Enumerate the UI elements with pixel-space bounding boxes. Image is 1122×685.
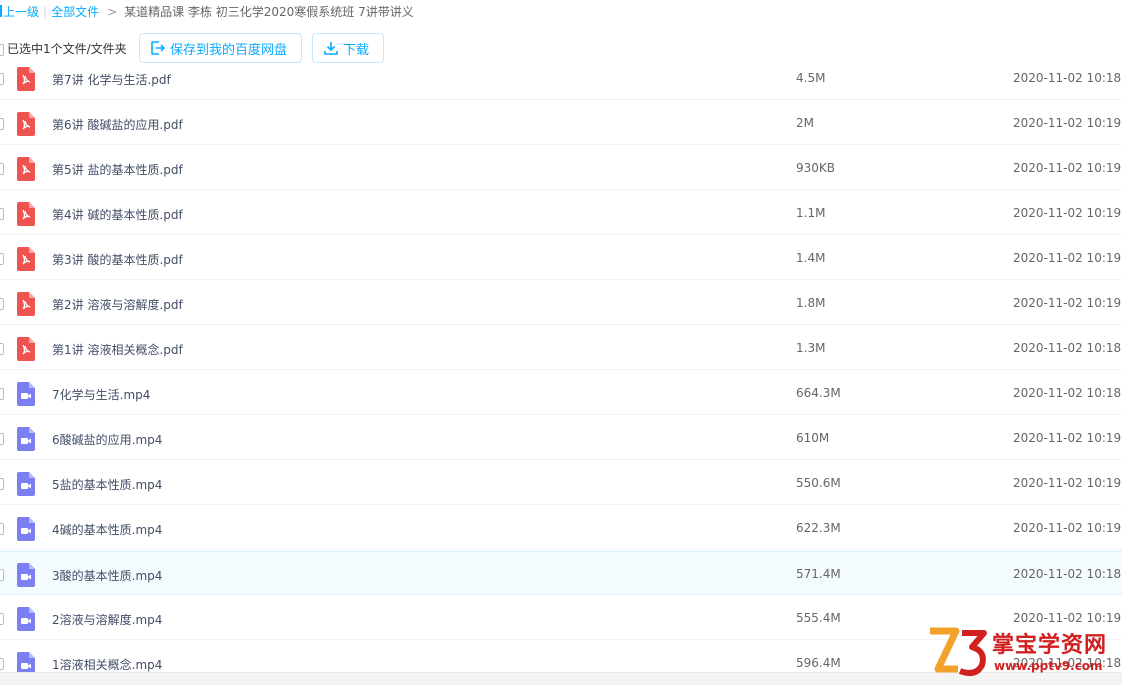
file-size: 664.3M <box>796 386 841 400</box>
file-size: 2M <box>796 116 814 130</box>
pdf-icon <box>15 337 37 361</box>
breadcrumb-arrow: > <box>107 5 118 19</box>
file-checkbox[interactable] <box>0 613 4 625</box>
video-icon <box>15 517 37 541</box>
file-modified-date: 2020-11-02 10:18 <box>1013 386 1122 400</box>
file-name[interactable]: 第4讲 碱的基本性质.pdf <box>52 206 183 223</box>
pdf-icon <box>15 247 37 271</box>
file-name[interactable]: 第5讲 盐的基本性质.pdf <box>52 161 183 178</box>
watermark-logo-icon <box>930 627 987 676</box>
file-size: 4.5M <box>796 71 826 85</box>
file-size: 930KB <box>796 161 836 175</box>
file-checkbox[interactable] <box>0 298 4 310</box>
watermark: 掌宝学资网 www.pptv9.com <box>926 625 1122 681</box>
file-name[interactable]: 1溶液相关概念.mp4 <box>52 656 162 673</box>
file-row[interactable]: 第1讲 溶液相关概念.pdf 1.3M 2020-11-02 10:18 <box>0 326 1122 370</box>
file-size: 571.4M <box>796 567 841 581</box>
download-icon <box>324 42 338 55</box>
watermark-site-name: 掌宝学资网 <box>992 633 1108 658</box>
file-name[interactable]: 2溶液与溶解度.mp4 <box>52 611 162 628</box>
file-modified-date: 2020-11-02 10:19 <box>1013 251 1122 265</box>
file-checkbox[interactable] <box>0 253 4 265</box>
file-checkbox[interactable] <box>0 163 4 175</box>
breadcrumb: 上一级 | 全部文件 > 某道精品课 李栋 初三化学2020寒假系统班 7讲带讲义 <box>0 0 1122 24</box>
file-name[interactable]: 5盐的基本性质.mp4 <box>52 476 162 493</box>
file-name[interactable]: 第7讲 化学与生活.pdf <box>52 71 171 88</box>
file-modified-date: 2020-11-02 10:19 <box>1013 161 1122 175</box>
file-size: 1.8M <box>796 296 826 310</box>
current-folder-title: 某道精品课 李栋 初三化学2020寒假系统班 7讲带讲义 <box>124 5 414 19</box>
save-to-netdisk-icon <box>151 41 166 55</box>
back-link[interactable]: 上一级 <box>3 5 39 19</box>
pdf-icon <box>15 67 37 91</box>
file-checkbox[interactable] <box>0 523 4 535</box>
file-name[interactable]: 4碱的基本性质.mp4 <box>52 521 162 538</box>
video-icon <box>15 563 37 587</box>
file-row[interactable]: 7化学与生活.mp4 664.3M 2020-11-02 10:18 <box>0 371 1122 415</box>
breadcrumb-separator: | <box>43 5 48 19</box>
download-label: 下载 <box>343 42 370 58</box>
file-row[interactable]: 第3讲 酸的基本性质.pdf 1.4M 2020-11-02 10:19 <box>0 236 1122 280</box>
file-checkbox[interactable] <box>0 208 4 220</box>
all-files-link[interactable]: 全部文件 <box>51 5 99 19</box>
file-checkbox[interactable] <box>0 73 4 85</box>
file-name[interactable]: 第2讲 溶液与溶解度.pdf <box>52 296 183 313</box>
file-checkbox[interactable] <box>0 343 4 355</box>
file-size: 1.4M <box>796 251 826 265</box>
selection-count-text: 已选中1个文件/文件夹 <box>7 42 127 56</box>
file-checkbox[interactable] <box>0 118 4 130</box>
file-checkbox[interactable] <box>0 569 4 581</box>
file-row[interactable]: 6酸碱盐的应用.mp4 610M 2020-11-02 10:19 <box>0 416 1122 460</box>
file-modified-date: 2020-11-02 10:19 <box>1013 521 1122 535</box>
file-size: 550.6M <box>796 476 841 490</box>
file-row[interactable]: 第5讲 盐的基本性质.pdf 930KB 2020-11-02 10:19 <box>0 146 1122 190</box>
file-row[interactable]: 第7讲 化学与生活.pdf 4.5M 2020-11-02 10:18 <box>0 56 1122 100</box>
file-name[interactable]: 第6讲 酸碱盐的应用.pdf <box>52 116 183 133</box>
file-modified-date: 2020-11-02 10:19 <box>1013 296 1122 310</box>
file-modified-date: 2020-11-02 10:18 <box>1013 71 1122 85</box>
file-checkbox[interactable] <box>0 388 4 400</box>
file-row[interactable]: 3酸的基本性质.mp4 571.4M 2020-11-02 10:18 <box>0 551 1122 595</box>
file-checkbox[interactable] <box>0 433 4 445</box>
file-modified-date: 2020-11-02 10:18 <box>1013 567 1122 581</box>
file-name[interactable]: 3酸的基本性质.mp4 <box>52 567 162 584</box>
file-modified-date: 2020-11-02 10:19 <box>1013 611 1122 625</box>
file-row[interactable]: 5盐的基本性质.mp4 550.6M 2020-11-02 10:19 <box>0 461 1122 505</box>
video-icon <box>15 607 37 631</box>
file-size: 596.4M <box>796 656 841 670</box>
file-checkbox[interactable] <box>0 478 4 490</box>
file-modified-date: 2020-11-02 10:19 <box>1013 431 1122 445</box>
file-modified-date: 2020-11-02 10:19 <box>1013 116 1122 130</box>
file-name[interactable]: 7化学与生活.mp4 <box>52 386 150 403</box>
file-checkbox[interactable] <box>0 658 4 670</box>
file-size: 622.3M <box>796 521 841 535</box>
file-name[interactable]: 6酸碱盐的应用.mp4 <box>52 431 162 448</box>
file-row[interactable]: 4碱的基本性质.mp4 622.3M 2020-11-02 10:19 <box>0 506 1122 550</box>
file-size: 555.4M <box>796 611 841 625</box>
save-to-netdisk-label: 保存到我的百度网盘 <box>170 42 288 58</box>
pdf-icon <box>15 202 37 226</box>
file-name[interactable]: 第1讲 溶液相关概念.pdf <box>52 341 183 358</box>
file-modified-date: 2020-11-02 10:19 <box>1013 206 1122 220</box>
pdf-icon <box>15 292 37 316</box>
file-modified-date: 2020-11-02 10:18 <box>1013 341 1122 355</box>
file-modified-date: 2020-11-02 10:19 <box>1013 476 1122 490</box>
video-icon <box>15 472 37 496</box>
file-name[interactable]: 第3讲 酸的基本性质.pdf <box>52 251 183 268</box>
file-row[interactable]: 第4讲 碱的基本性质.pdf 1.1M 2020-11-02 10:19 <box>0 191 1122 235</box>
pdf-icon <box>15 157 37 181</box>
file-row[interactable]: 第2讲 溶液与溶解度.pdf 1.8M 2020-11-02 10:19 <box>0 281 1122 325</box>
pdf-icon <box>15 112 37 136</box>
file-size: 1.1M <box>796 206 826 220</box>
file-size: 610M <box>796 431 830 445</box>
breadcrumb-edge <box>0 5 2 17</box>
watermark-url: www.pptv9.com <box>994 659 1103 673</box>
video-icon <box>15 427 37 451</box>
select-all-checkbox[interactable] <box>0 44 4 56</box>
file-row[interactable]: 第6讲 酸碱盐的应用.pdf 2M 2020-11-02 10:19 <box>0 101 1122 145</box>
file-size: 1.3M <box>796 341 826 355</box>
video-icon <box>15 382 37 406</box>
